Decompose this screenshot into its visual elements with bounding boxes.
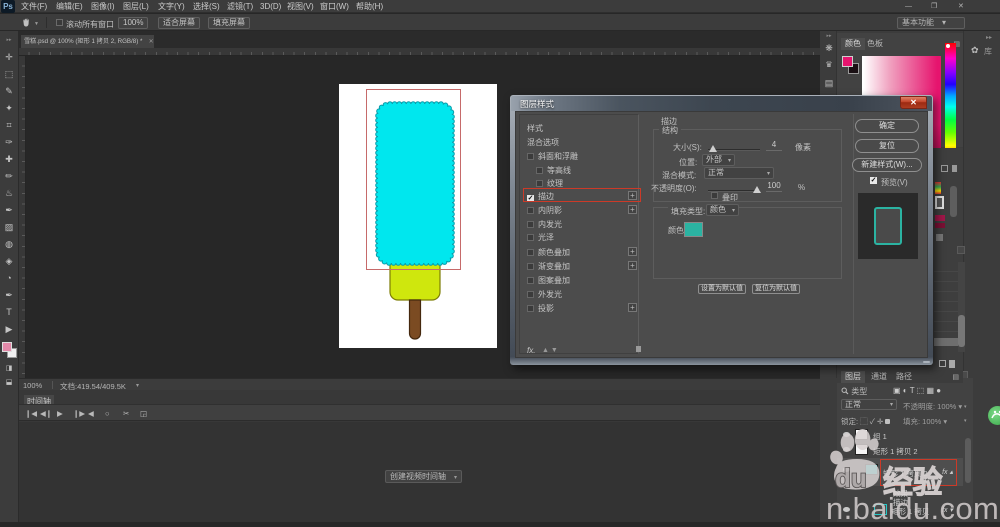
svg-text:du: du [835, 463, 867, 493]
